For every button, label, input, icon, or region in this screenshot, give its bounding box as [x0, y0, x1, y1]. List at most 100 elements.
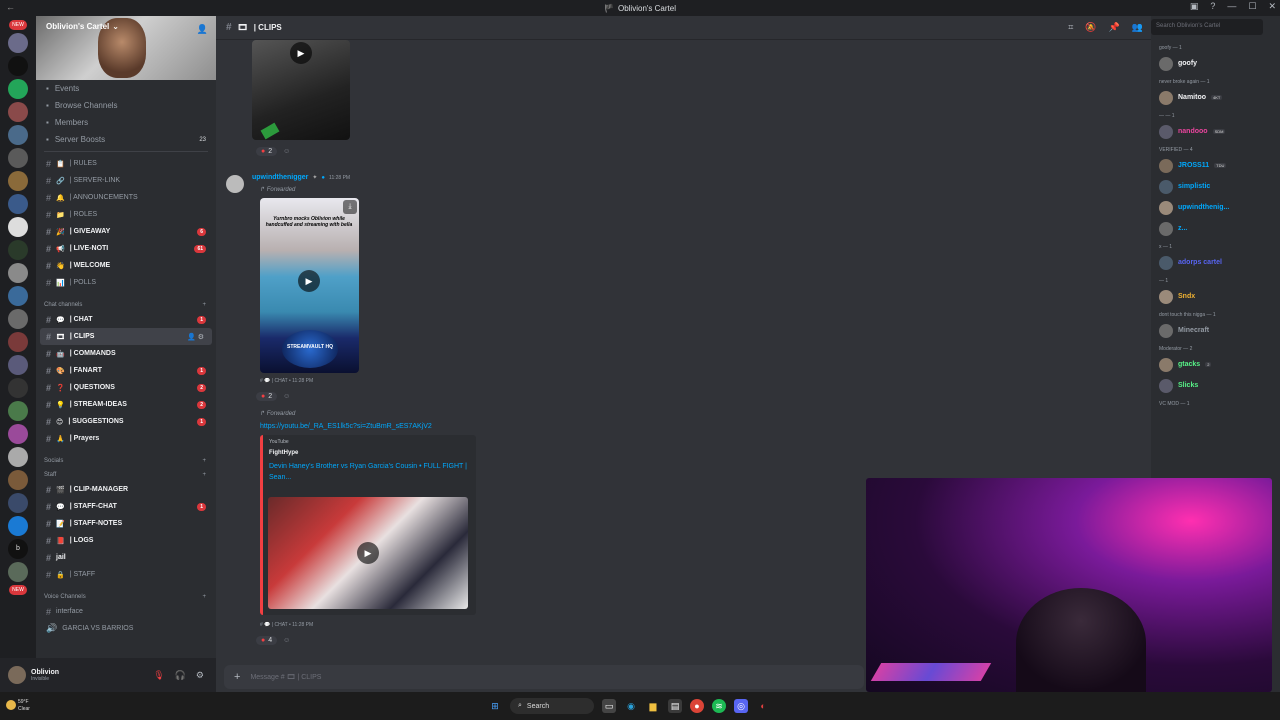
play-icon[interactable]: ▶: [290, 42, 312, 64]
member-item[interactable]: goofy: [1151, 53, 1280, 74]
channel-item[interactable]: # 💬 | CHAT 1: [36, 311, 216, 328]
start-windows-icon[interactable]: ⊞: [488, 699, 502, 713]
help-icon[interactable]: ?: [1210, 1, 1215, 12]
server-icon[interactable]: [8, 401, 28, 421]
server-icon[interactable]: [8, 217, 28, 237]
play-icon[interactable]: ▶: [357, 542, 379, 564]
voice-channel-item[interactable]: # interface: [36, 603, 216, 620]
discord-icon[interactable]: ◎: [734, 699, 748, 713]
server-icon[interactable]: [8, 33, 28, 53]
server-icon[interactable]: [8, 171, 28, 191]
reaction-button[interactable]: ● 2: [256, 147, 278, 156]
channel-item[interactable]: # 📢 | LIVE-NOTI 61: [36, 240, 216, 257]
server-name[interactable]: Oblivion's Cartel ⌄: [46, 22, 119, 31]
video-thumbnail[interactable]: ▶: [252, 40, 350, 140]
server-icon[interactable]: [8, 286, 28, 306]
user-info[interactable]: Oblivion Invisible: [31, 669, 59, 682]
server-icon[interactable]: [8, 424, 28, 444]
add-channel-icon[interactable]: +: [202, 472, 206, 478]
channel-item[interactable]: # 📊 | POLLS: [36, 274, 216, 291]
category-socials[interactable]: Socials +: [36, 447, 216, 467]
avatar[interactable]: [226, 175, 244, 193]
download-icon[interactable]: ⤓: [343, 200, 357, 214]
deafen-icon[interactable]: 🎧: [175, 670, 186, 681]
server-icon[interactable]: [8, 194, 28, 214]
menu-item-browse-channels[interactable]: ▪ Browse Channels: [36, 97, 216, 114]
notification-bell-icon[interactable]: 🔕: [1085, 22, 1096, 33]
channel-item[interactable]: # 🎉 | GIVEAWAY 6: [36, 223, 216, 240]
video-thumbnail[interactable]: ▶: [268, 497, 468, 609]
inbox-icon[interactable]: ▣: [1190, 1, 1199, 12]
add-reaction-icon[interactable]: ☺: [283, 148, 290, 155]
server-icon[interactable]: [8, 516, 28, 536]
category-staff[interactable]: Staff +: [36, 467, 216, 481]
reaction-button[interactable]: ● 4: [256, 636, 278, 645]
settings-gear-icon[interactable]: ⚙: [196, 670, 204, 681]
server-icon[interactable]: [8, 355, 28, 375]
pin-icon[interactable]: 📌: [1109, 22, 1120, 33]
member-list-icon[interactable]: 👥: [1132, 22, 1143, 33]
member-item[interactable]: simplistic: [1151, 176, 1280, 197]
channel-item[interactable]: # 📋 | RULES: [36, 155, 216, 172]
threads-icon[interactable]: ⌗: [1068, 22, 1073, 33]
server-letter-icon[interactable]: b: [8, 539, 28, 559]
task-view-icon[interactable]: ▭: [602, 699, 616, 713]
member-item[interactable]: gtacks 2: [1151, 354, 1280, 375]
chrome-icon[interactable]: ●: [690, 699, 704, 713]
channel-item[interactable]: # 👋 | WELCOME: [36, 257, 216, 274]
close-icon[interactable]: ✕: [1268, 1, 1276, 12]
channel-item[interactable]: # 🎬 | CLIP-MANAGER: [36, 481, 216, 498]
channel-item[interactable]: # 😊 | SUGGESTIONS 1: [36, 413, 216, 430]
spotify-icon[interactable]: ≋: [712, 699, 726, 713]
edge-browser-icon[interactable]: ◉: [624, 699, 638, 713]
message-input[interactable]: Message # 🎞 | CLIPS: [250, 673, 321, 681]
menu-item-members[interactable]: ▪ Members: [36, 114, 216, 131]
server-icon[interactable]: [8, 562, 28, 582]
reaction-button[interactable]: ● 2: [256, 392, 278, 401]
server-icon[interactable]: [8, 79, 28, 99]
channel-item[interactable]: # 📁 | ROLES: [36, 206, 216, 223]
server-icon[interactable]: [8, 493, 28, 513]
message-composer[interactable]: + Message # 🎞 | CLIPS: [224, 665, 864, 689]
embed-author[interactable]: FightHype: [269, 450, 470, 456]
server-icon[interactable]: [8, 447, 28, 467]
youtube-link[interactable]: https://youtu.be/_RA_ES1lk5c?si=ZtuBmR_s…: [260, 423, 432, 430]
video-thumbnail[interactable]: Yurnbro mocks Oblivion while handcuffed …: [260, 198, 359, 373]
member-item[interactable]: Minecraft: [1151, 320, 1280, 341]
embed-title[interactable]: Devin Haney's Brother vs Ryan Garcia's C…: [269, 461, 469, 483]
search-input[interactable]: Search Oblivion's Cartel: [1151, 19, 1263, 35]
maximize-icon[interactable]: ☐: [1248, 1, 1256, 12]
add-channel-icon[interactable]: +: [202, 302, 206, 308]
invite-icon[interactable]: 👤: [197, 24, 208, 35]
store-icon[interactable]: ▤: [668, 699, 682, 713]
message-source[interactable]: # 💬 | CHAT • 11:28 PM: [260, 378, 313, 384]
server-icon[interactable]: [8, 240, 28, 260]
channel-item[interactable]: # 💡 | STREAM-IDEAS 2: [36, 396, 216, 413]
obs-icon[interactable]: ◐: [756, 699, 770, 713]
minimize-icon[interactable]: —: [1227, 1, 1236, 12]
member-item[interactable]: Sndx: [1151, 286, 1280, 307]
server-icon[interactable]: [8, 470, 28, 490]
category-voice[interactable]: Voice Channels +: [36, 583, 216, 603]
channel-item[interactable]: # ❓ | QUESTIONS 2: [36, 379, 216, 396]
channel-item[interactable]: # 🙏 | Prayers: [36, 430, 216, 447]
server-icon[interactable]: [8, 309, 28, 329]
channel-item[interactable]: # jail: [36, 549, 216, 566]
play-icon[interactable]: ▶: [298, 270, 320, 292]
server-icon[interactable]: [8, 125, 28, 145]
weather-widget[interactable]: 59°F Clear: [18, 699, 30, 713]
channel-settings-icon[interactable]: 👤 ⚙: [187, 333, 204, 341]
add-channel-icon[interactable]: +: [202, 594, 206, 600]
attach-plus-icon[interactable]: +: [234, 671, 240, 683]
member-item[interactable]: z...: [1151, 218, 1280, 239]
server-icon[interactable]: [8, 102, 28, 122]
member-item[interactable]: upwindthenig...: [1151, 197, 1280, 218]
channel-item[interactable]: # 🤖 | COMMANDS: [36, 345, 216, 362]
add-channel-icon[interactable]: +: [202, 458, 206, 464]
channel-item[interactable]: # 📕 | LOGS: [36, 532, 216, 549]
mute-icon[interactable]: 🎙: [153, 670, 164, 681]
server-icon[interactable]: [8, 332, 28, 352]
member-item[interactable]: JROSS11 TDU: [1151, 155, 1280, 176]
taskbar-search[interactable]: ⌕ Search: [510, 698, 594, 714]
menu-item-server-boosts[interactable]: ▪ Server Boosts 23: [36, 131, 216, 148]
